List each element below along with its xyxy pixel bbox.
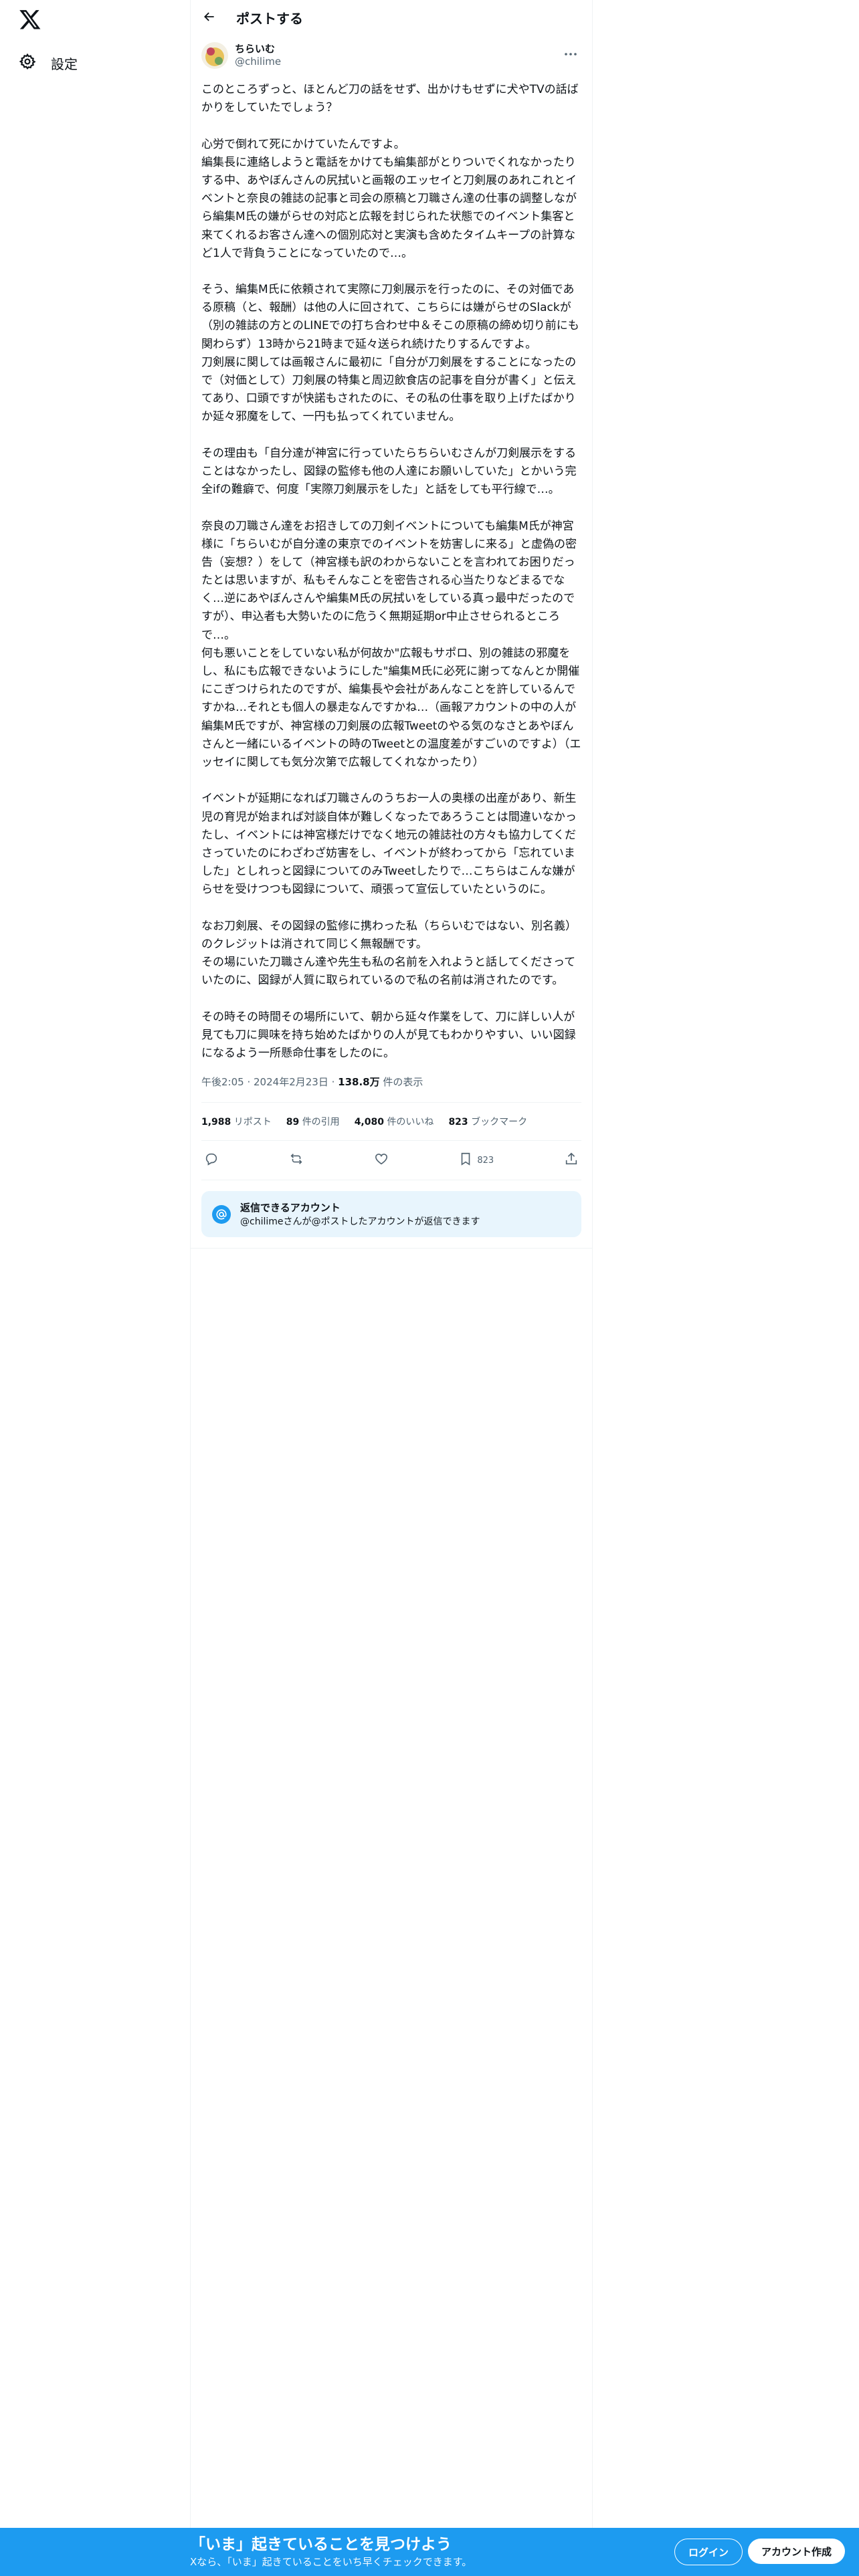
post-stats: 1,988 リポスト 89 件の引用 4,080 件のいいね 823 ブックマー… bbox=[201, 1103, 581, 1142]
main-column: ポストする ちらいむ @chilime このところずっと、ほとんど刀の話をせず、… bbox=[190, 0, 593, 2576]
create-account-button[interactable]: アカウント作成 bbox=[748, 2539, 846, 2564]
reposts-count: 1,988 bbox=[201, 1117, 231, 1128]
banner-title: 「いま」起きていることを見つけよう bbox=[190, 2536, 452, 2553]
post: ちらいむ @chilime このところずっと、ほとんど刀の話をせず、出かけもせず… bbox=[191, 35, 592, 1249]
gear-icon bbox=[19, 53, 36, 73]
views-label: 件の表示 bbox=[383, 1076, 423, 1089]
likes-count: 4,080 bbox=[354, 1117, 384, 1128]
post-time[interactable]: 午後2:05 bbox=[201, 1076, 244, 1088]
left-nav: 設定 bbox=[0, 0, 190, 2576]
like-button[interactable] bbox=[374, 1152, 389, 1169]
quotes-label: 件の引用 bbox=[302, 1117, 340, 1128]
post-text: このところずっと、ほとんど刀の話をせず、出かけもせずに犬やTVの話ばかりをしてい… bbox=[201, 83, 581, 1060]
quotes-stat[interactable]: 89 件の引用 bbox=[286, 1115, 340, 1128]
reply-restriction-notice: 返信できるアカウント @chilimeさんが@ポストしたアカウントが返信できます bbox=[201, 1191, 581, 1238]
author-name[interactable]: ちらいむ bbox=[235, 43, 281, 56]
settings-link[interactable]: 設定 bbox=[19, 47, 78, 79]
reply-notice-subtitle: @chilimeさんが@ポストしたアカウントが返信できます bbox=[240, 1216, 480, 1228]
quotes-count: 89 bbox=[286, 1117, 300, 1128]
reply-button[interactable] bbox=[204, 1152, 219, 1169]
header: ポストする bbox=[191, 0, 592, 35]
reposts-stat[interactable]: 1,988 リポスト bbox=[201, 1115, 272, 1128]
signup-banner: 「いま」起きていることを見つけよう Xなら、「いま」起きていることをいち早くチェ… bbox=[0, 2528, 859, 2576]
reply-icon bbox=[204, 1152, 219, 1169]
post-meta: 午後2:05 · 2024年2月23日 · 138.8万 件の表示 bbox=[201, 1075, 581, 1103]
share-button[interactable] bbox=[564, 1152, 579, 1169]
login-button[interactable]: ログイン bbox=[674, 2539, 743, 2565]
back-button[interactable] bbox=[191, 0, 228, 35]
bookmarks-count: 823 bbox=[448, 1117, 468, 1128]
likes-label: 件のいいね bbox=[387, 1117, 434, 1128]
share-icon bbox=[564, 1152, 579, 1169]
more-dots-icon bbox=[563, 52, 579, 65]
bookmarks-label: ブックマーク bbox=[471, 1117, 528, 1128]
page-title: ポストする bbox=[236, 11, 303, 27]
post-date[interactable]: 2024年2月23日 bbox=[254, 1076, 328, 1088]
bookmark-icon bbox=[458, 1152, 473, 1169]
meta-separator: · bbox=[247, 1076, 254, 1089]
at-sign-icon bbox=[212, 1204, 231, 1224]
repost-button[interactable] bbox=[289, 1152, 304, 1169]
bookmark-button[interactable]: 823 bbox=[458, 1152, 494, 1169]
reply-notice-title: 返信できるアカウント bbox=[240, 1202, 341, 1214]
bookmark-count: 823 bbox=[477, 1155, 494, 1166]
more-options-button[interactable] bbox=[563, 46, 581, 62]
avatar[interactable] bbox=[201, 42, 228, 69]
bookmarks-stat[interactable]: 823 ブックマーク bbox=[448, 1115, 527, 1128]
divider bbox=[191, 1248, 592, 1249]
author-handle[interactable]: @chilime bbox=[235, 56, 281, 68]
reposts-label: リポスト bbox=[233, 1117, 272, 1128]
repost-icon bbox=[289, 1152, 304, 1169]
views-count: 138.8万 bbox=[338, 1076, 380, 1089]
banner-subtitle: Xなら、「いま」起きていることをいち早くチェックできます。 bbox=[190, 2555, 472, 2568]
action-bar: 823 bbox=[201, 1141, 581, 1181]
back-arrow-icon bbox=[203, 10, 216, 26]
meta-separator: · bbox=[331, 1076, 339, 1089]
likes-stat[interactable]: 4,080 件のいいね bbox=[355, 1115, 434, 1128]
post-author: ちらいむ @chilime bbox=[201, 35, 581, 76]
settings-label: 設定 bbox=[51, 56, 78, 72]
x-logo-icon[interactable] bbox=[19, 8, 45, 35]
heart-icon bbox=[374, 1152, 389, 1169]
